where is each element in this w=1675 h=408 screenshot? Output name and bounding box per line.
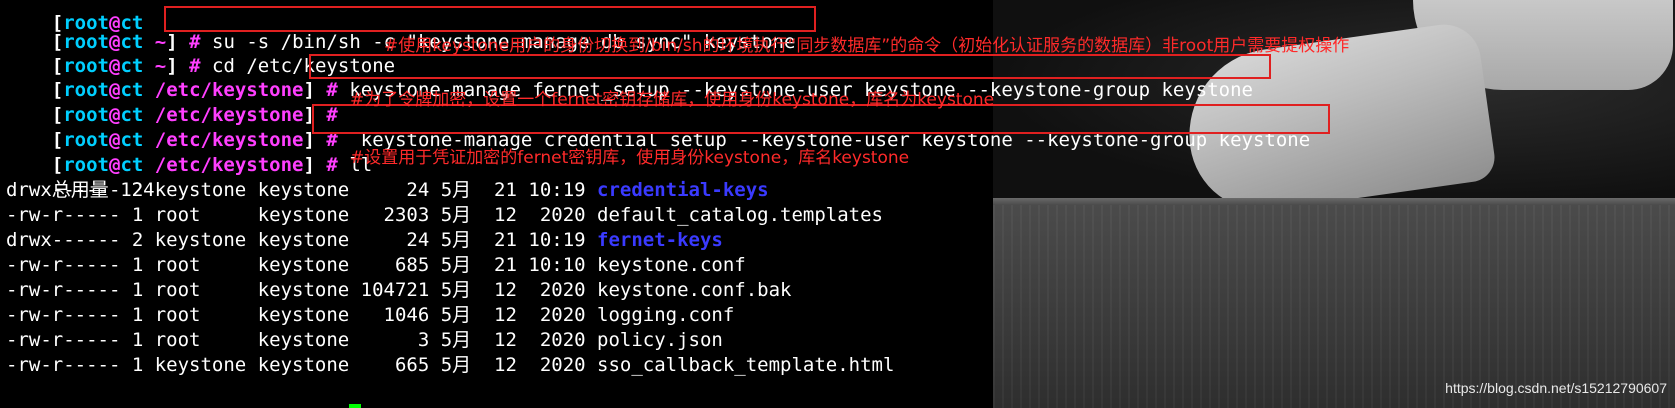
listing-time: 2020: [528, 304, 598, 326]
listing-group: keystone: [257, 279, 361, 301]
listing-month: 5月: [440, 304, 495, 326]
listing-filename: sso_callback_template.html: [597, 354, 895, 376]
listing-owner: root: [154, 304, 258, 326]
listing-time: 2020: [528, 329, 598, 351]
highlight-box-db-sync: [164, 6, 816, 32]
listing-filename: policy.json: [597, 329, 723, 351]
listing-row: -rw-r----- 1 root keystone 685 5月 21 10:…: [6, 253, 746, 277]
listing-perm: -rw-r-----: [6, 329, 132, 351]
listing-links: 2: [131, 179, 155, 201]
listing-row: drwx------ 2 keystone keystone 24 5月 21 …: [6, 178, 769, 202]
listing-size: 685: [360, 254, 441, 276]
listing-owner: keystone: [154, 229, 258, 251]
listing-owner: root: [154, 329, 258, 351]
listing-filename: keystone.conf: [597, 254, 746, 276]
listing-group: keystone: [257, 304, 361, 326]
listing-filename: logging.conf: [597, 304, 735, 326]
listing-links: 1: [131, 279, 155, 301]
listing-time: 2020: [528, 279, 598, 301]
listing-owner: root: [154, 279, 258, 301]
listing-perm: drwx------: [6, 229, 132, 251]
listing-month: 5月: [440, 329, 495, 351]
listing-perm: -rw-r-----: [6, 204, 132, 226]
listing-owner: root: [154, 254, 258, 276]
terminal-cursor: [349, 404, 362, 408]
listing-time: 2020: [528, 204, 598, 226]
listing-day: 12: [494, 354, 529, 376]
listing-row: drwx------ 2 keystone keystone 24 5月 21 …: [6, 228, 723, 252]
listing-size: 1046: [360, 304, 441, 326]
listing-month: 5月: [440, 179, 495, 201]
listing-day: 12: [494, 279, 529, 301]
watermark: https://blog.csdn.net/s15212790607: [1445, 380, 1667, 396]
listing-size: 665: [360, 354, 441, 376]
listing-row: -rw-r----- 1 root keystone 3 5月 12 2020 …: [6, 328, 723, 352]
listing-filename: keystone.conf.bak: [597, 279, 792, 301]
terminal-line-empty: [root@ct /etc/keystone] #: [51, 104, 338, 126]
listing-perm: -rw-r-----: [6, 254, 132, 276]
listing-day: 12: [494, 329, 529, 351]
listing-dirname: fernet-keys: [597, 229, 723, 251]
listing-group: keystone: [257, 179, 361, 201]
listing-group: keystone: [257, 329, 361, 351]
annotation-fernet-setup: #为了令牌加密，设置一个fernet密钥存储库，使用身份keystone，库名为…: [350, 90, 995, 110]
terminal-window[interactable]: [root@ct [root@ct ~] # su -s /bin/sh -c …: [0, 0, 1675, 408]
listing-time: 10:19: [528, 179, 598, 201]
listing-group: keystone: [257, 254, 361, 276]
listing-row: -rw-r----- 1 keystone keystone 665 5月 12…: [6, 353, 894, 377]
listing-owner: keystone: [154, 179, 258, 201]
listing-owner: root: [154, 204, 258, 226]
listing-month: 5月: [440, 354, 495, 376]
listing-perm: drwx------: [6, 179, 132, 201]
listing-links: 1: [131, 304, 155, 326]
terminal-line-cd: [root@ct ~] # cd /etc/keystone: [51, 55, 396, 77]
listing-row: -rw-r----- 1 root keystone 1046 5月 12 20…: [6, 303, 734, 327]
listing-day: 12: [494, 204, 529, 226]
listing-dirname: credential-keys: [597, 179, 769, 201]
listing-time: 10:19: [528, 229, 598, 251]
annotation-db-sync: #使用keystone用户的身份切换到/bin/sh的环境执行“同步数据库”的命…: [384, 36, 1350, 56]
listing-size: 2303: [360, 204, 441, 226]
listing-group: keystone: [257, 229, 361, 251]
listing-links: 1: [131, 329, 155, 351]
annotation-credential-setup: #设置用于凭证加密的fernet密钥库，使用身份keystone，库名keyst…: [350, 148, 910, 168]
listing-total: 总用量 124: [51, 179, 155, 201]
listing-links: 2: [131, 229, 155, 251]
listing-perm: -rw-r-----: [6, 304, 132, 326]
listing-links: 1: [131, 354, 155, 376]
listing-month: 5月: [440, 204, 495, 226]
listing-day: 21: [494, 179, 529, 201]
listing-time: 2020: [528, 354, 598, 376]
listing-perm: -rw-r-----: [6, 279, 132, 301]
listing-size: 104721: [360, 279, 441, 301]
listing-group: keystone: [257, 354, 361, 376]
listing-month: 5月: [440, 229, 495, 251]
listing-size: 24: [360, 229, 441, 251]
listing-group: keystone: [257, 204, 361, 226]
listing-time: 10:10: [528, 254, 598, 276]
listing-day: 12: [494, 304, 529, 326]
terminal-line-current-prompt[interactable]: [root@ct /etc/keystone] #: [6, 380, 362, 408]
listing-month: 5月: [440, 279, 495, 301]
listing-day: 21: [494, 229, 529, 251]
listing-size: 3: [360, 329, 441, 351]
listing-owner: keystone: [154, 354, 258, 376]
listing-size: 24: [360, 179, 441, 201]
listing-day: 21: [494, 254, 529, 276]
listing-filename: default_catalog.templates: [597, 204, 883, 226]
highlight-box-fernet-setup: [309, 54, 1271, 79]
listing-perm: -rw-r-----: [6, 354, 132, 376]
listing-links: 1: [131, 254, 155, 276]
listing-links: 1: [131, 204, 155, 226]
listing-month: 5月: [440, 254, 495, 276]
listing-row: -rw-r----- 1 root keystone 2303 5月 12 20…: [6, 203, 883, 227]
listing-row: -rw-r----- 1 root keystone 104721 5月 12 …: [6, 278, 791, 302]
